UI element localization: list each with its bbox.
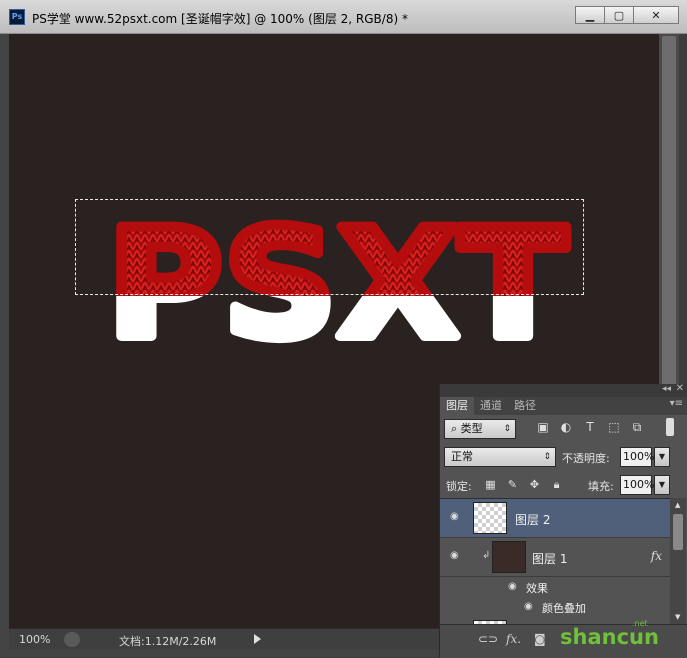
panel-menu-icon[interactable]: ▾≡ (670, 398, 683, 409)
layer-thumbnail (492, 541, 526, 573)
status-menu-arrow-icon[interactable] (254, 634, 261, 644)
layer-row-layer-1[interactable]: ◉ ↲ 图层 1 fx (440, 538, 670, 577)
filter-type-select[interactable]: ⌕ 类型 ⇕ (444, 419, 516, 439)
visibility-eye-icon[interactable]: ◉ (450, 512, 464, 522)
lock-position-icon[interactable]: ✥ (528, 478, 541, 491)
left-frame (0, 34, 9, 657)
close-button[interactable]: ✕ (633, 6, 679, 24)
tab-paths[interactable]: 路径 (508, 397, 542, 415)
effects-eye-icon[interactable]: ◉ (508, 582, 522, 592)
photoshop-logo-icon: Ps (9, 9, 25, 25)
visibility-eye-icon[interactable]: ◉ (450, 551, 464, 561)
title-bar: Ps PS学堂 www.52psxt.com [圣诞帽字效] @ 100% (图… (0, 0, 687, 34)
spin-icon: ⇕ (543, 452, 551, 462)
lock-label: 锁定: (446, 480, 472, 493)
panel-close-icon[interactable]: ✕ (676, 383, 684, 394)
adjustment-filter-icon[interactable]: ◐ (559, 420, 573, 434)
opacity-arrow-icon[interactable]: ▼ (654, 447, 670, 467)
scrollbar-thumb[interactable] (662, 36, 676, 386)
fill-arrow-icon[interactable]: ▼ (654, 475, 670, 495)
window-controls: ▁ ▢ ✕ (575, 6, 679, 24)
marquee-selection[interactable] (75, 199, 584, 295)
panel-tabs: 图层 通道 路径 ▾≡ (440, 397, 687, 415)
tab-channels[interactable]: 通道 (474, 397, 508, 415)
effects-label: 效果 (526, 582, 548, 595)
blend-mode-label: 正常 (451, 450, 473, 463)
maximize-button[interactable]: ▢ (604, 6, 634, 24)
layer-thumbnail (473, 502, 507, 534)
opacity-field[interactable]: 100% (620, 447, 654, 467)
watermark-logo: shancun .net (560, 619, 659, 649)
scroll-down-icon[interactable]: ▼ (675, 613, 680, 621)
effect-item-color-overlay[interactable]: ◉ 颜色叠加 (440, 597, 670, 617)
window-title: PS学堂 www.52psxt.com [圣诞帽字效] @ 100% (图层 2… (32, 12, 408, 26)
smart-object-filter-icon[interactable]: ⧉ (630, 420, 644, 434)
layer-name[interactable]: 图层 1 (532, 550, 567, 567)
fill-label: 填充: (588, 480, 614, 493)
navigator-icon[interactable] (64, 632, 80, 647)
filter-toggle-icon[interactable] (666, 418, 674, 436)
effects-row[interactable]: ◉ 效果 (440, 577, 670, 597)
fill-field[interactable]: 100% (620, 475, 654, 495)
opacity-label: 不透明度: (562, 452, 610, 465)
layer-row-layer-2[interactable]: ◉ 图层 2 (440, 499, 670, 538)
filter-row: ⌕ 类型 ⇕ ▣ ◐ T ⬚ ⧉ (440, 415, 687, 443)
doc-info: 文档:1.12M/2.26M (119, 635, 217, 648)
maximize-icon: ▢ (613, 8, 625, 22)
watermark-suffix: .net (632, 619, 648, 628)
spin-icon: ⇕ (503, 424, 511, 434)
panel-header: ◂◂ ✕ (440, 383, 687, 397)
mask-icon[interactable]: ◙ (534, 632, 546, 646)
minimize-icon: ▁ (585, 8, 595, 22)
minimize-button[interactable]: ▁ (575, 6, 605, 24)
lock-pixels-icon[interactable]: ✎ (506, 478, 519, 491)
filter-type-label: 类型 (460, 422, 483, 435)
shape-filter-icon[interactable]: ⬚ (607, 420, 621, 434)
blend-row: 正常 ⇕ 不透明度: 100% ▼ (440, 443, 687, 471)
layers-scroll-thumb[interactable] (673, 514, 683, 550)
layers-scrollbar[interactable]: ▲ ▼ (670, 498, 686, 624)
lock-transparent-icon[interactable]: ▦ (484, 478, 497, 491)
lock-row: 锁定: ▦ ✎ ✥ 🔒︎ 填充: 100% ▼ (440, 471, 687, 499)
search-icon: ⌕ (451, 422, 461, 435)
blend-mode-select[interactable]: 正常 ⇕ (444, 447, 556, 467)
layers-list: ◉ 图层 2 ◉ ↲ 图层 1 fx ◉ 效果 ◉ 颜色叠加 (440, 498, 670, 625)
pixel-filter-icon[interactable]: ▣ (536, 420, 550, 434)
layers-panel: ◂◂ ✕ 图层 通道 路径 ▾≡ ⌕ 类型 ⇕ ▣ ◐ T ⬚ ⧉ 正常 ⇕ 不透明… (439, 383, 687, 658)
lock-all-icon[interactable]: 🔒︎ (550, 478, 563, 491)
fx-icon[interactable]: fx (651, 549, 662, 563)
fx-icon[interactable]: fx. (506, 632, 521, 646)
clipping-arrow-icon: ↲ (482, 550, 491, 561)
effect-eye-icon[interactable]: ◉ (524, 602, 538, 612)
zoom-level[interactable]: 100% (19, 633, 50, 646)
tab-layers[interactable]: 图层 (440, 397, 474, 415)
effect-name: 颜色叠加 (542, 602, 586, 615)
close-icon: ✕ (651, 8, 661, 22)
layer-name[interactable]: 图层 2 (515, 511, 550, 528)
watermark-text: shancun (560, 625, 659, 649)
collapse-icon[interactable]: ◂◂ (662, 384, 671, 394)
status-bar: 100% 文档:1.12M/2.26M (9, 628, 439, 651)
scroll-up-icon[interactable]: ▲ (675, 501, 680, 509)
type-filter-icon[interactable]: T (583, 420, 597, 434)
link-icon[interactable]: ⊂⊃ (478, 632, 498, 646)
